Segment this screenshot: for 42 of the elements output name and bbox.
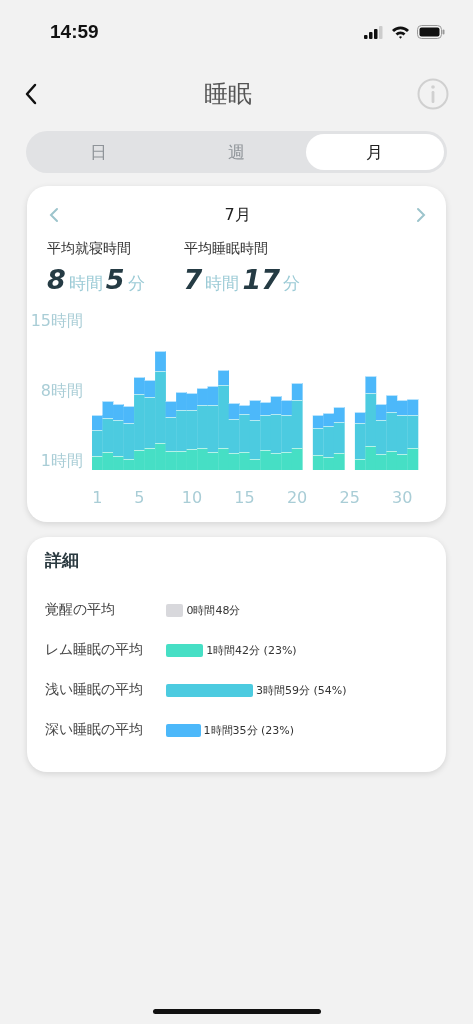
battery-icon xyxy=(417,25,445,39)
x-axis-label: 10 xyxy=(181,488,203,507)
y-axis-label: 1時間 xyxy=(40,451,83,470)
stat-value: 7 xyxy=(183,264,203,295)
wifi-icon xyxy=(391,25,410,39)
x-axis-label: 25 xyxy=(339,488,360,507)
period-tab[interactable]: 週 xyxy=(167,134,306,170)
stage-value: 3時間59分 (54%) xyxy=(256,682,347,698)
x-axis-label: 1 xyxy=(92,488,103,507)
stage-label: 浅い睡眠の平均 xyxy=(45,681,144,699)
stage-value: 1時間42分 (23%) xyxy=(206,642,297,658)
period-tab[interactable]: 月 xyxy=(305,134,444,170)
y-axis-label: 15時間 xyxy=(30,311,83,330)
stage-value: 0時間48分 xyxy=(186,602,241,618)
y-axis-label: 8時間 xyxy=(40,381,83,400)
stat-value: 5 xyxy=(105,264,125,295)
stage-value: 1時間35分 (23%) xyxy=(203,722,295,738)
stage-label: 覚醒の平均 xyxy=(45,601,116,619)
x-axis-label: 5 xyxy=(134,488,145,507)
stage-label: レム睡眠の平均 xyxy=(45,641,144,659)
info-icon[interactable] xyxy=(417,78,449,110)
stat-unit: 時間 xyxy=(68,272,103,295)
x-axis-label: 30 xyxy=(392,488,413,507)
section-title: 詳細 xyxy=(45,549,80,572)
stat-unit: 分 xyxy=(127,272,145,295)
chevron-left-icon[interactable] xyxy=(49,207,59,223)
period-tab[interactable]: 日 xyxy=(29,134,168,170)
month-label: 7月 xyxy=(224,204,251,226)
back-icon[interactable] xyxy=(24,83,38,105)
stage-label: 深い睡眠の平均 xyxy=(45,721,144,739)
x-axis-label: 15 xyxy=(234,488,255,507)
page-title: 睡眠 xyxy=(203,79,252,110)
status-time: 14:59 xyxy=(50,21,99,43)
stat-label: 平均睡眠時間 xyxy=(183,240,269,258)
stat-value: 17 xyxy=(242,264,280,295)
stat-label: 平均就寝時間 xyxy=(47,240,132,258)
signal-icon xyxy=(364,25,384,39)
x-axis-label: 20 xyxy=(286,488,308,507)
stat-value: 8 xyxy=(47,264,66,295)
stat-unit: 時間 xyxy=(205,272,240,295)
chevron-right-icon[interactable] xyxy=(416,207,426,223)
stat-unit: 分 xyxy=(282,272,300,295)
